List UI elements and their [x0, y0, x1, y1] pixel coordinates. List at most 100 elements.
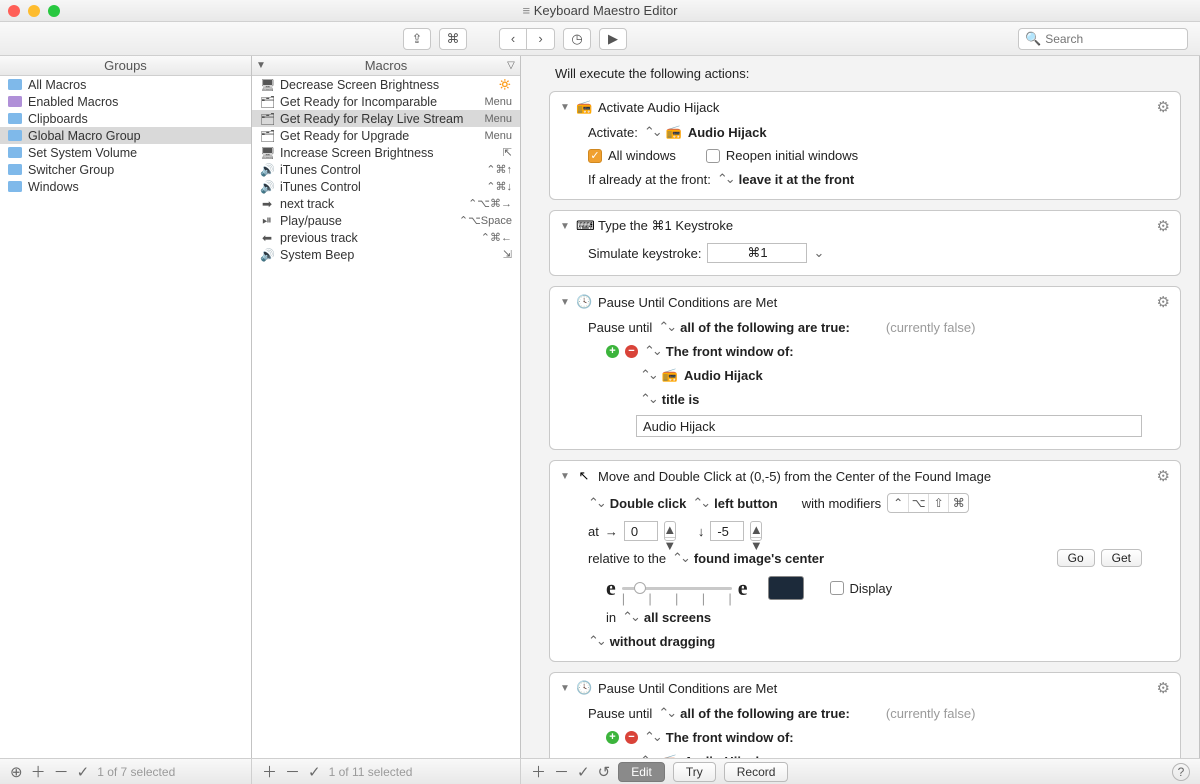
help-button[interactable]: ?: [1172, 763, 1190, 781]
drag-chooser[interactable]: ⌃⌄: [588, 633, 604, 649]
disclosure-icon[interactable]: ▼: [560, 102, 570, 113]
remove-group-button[interactable]: －: [54, 761, 69, 782]
macro-item[interactable]: 🖥Increase Screen Brightness⇱: [252, 144, 520, 161]
click-button: left button: [714, 496, 778, 511]
gear-icon[interactable]: ⚙: [1157, 217, 1170, 235]
folder-icon: [8, 164, 22, 175]
add-condition-button[interactable]: +: [606, 345, 619, 358]
group-item[interactable]: Windows: [0, 178, 251, 195]
simulate-label: Simulate keystroke:: [588, 246, 701, 261]
app-icon-small: 📻: [662, 753, 678, 758]
image-well[interactable]: [768, 576, 804, 600]
filter-icon[interactable]: ▽: [502, 60, 520, 71]
front-chooser[interactable]: ⌃⌄: [717, 171, 733, 187]
fuzziness-slider[interactable]: |||||: [622, 579, 732, 597]
edit-button[interactable]: Edit: [618, 762, 665, 782]
reopen-windows-checkbox[interactable]: [706, 149, 720, 163]
forward-button[interactable]: ›: [527, 28, 555, 50]
condition-type-chooser[interactable]: ⌃⌄: [644, 343, 660, 359]
macro-shortcut: ⌃⌘↑: [486, 163, 512, 176]
remove-condition-button[interactable]: −: [625, 731, 638, 744]
gear-icon[interactable]: ⚙: [1157, 98, 1170, 116]
macro-item[interactable]: 🔊System Beep⇲: [252, 246, 520, 263]
macros-header[interactable]: ▼ Macros ▽: [252, 56, 520, 76]
back-button[interactable]: ‹: [499, 28, 527, 50]
add-condition-button[interactable]: +: [606, 731, 619, 744]
search-input[interactable]: [1045, 32, 1181, 46]
keystroke-chevron[interactable]: ⌄: [813, 245, 821, 261]
groups-status: 1 of 7 selected: [97, 765, 175, 779]
history-button[interactable]: ↺: [598, 763, 611, 781]
condition-type-chooser[interactable]: ⌃⌄: [644, 729, 660, 745]
macro-item[interactable]: 🔊iTunes Control⌃⌘↓: [252, 178, 520, 195]
pause-status: (currently false): [886, 706, 976, 721]
macro-item[interactable]: ⬅previous track⌃⌘←: [252, 229, 520, 246]
app-chooser[interactable]: ⌃⌄: [644, 124, 660, 140]
folder-icon: [8, 113, 22, 124]
remove-action-button[interactable]: －: [554, 761, 569, 782]
groups-header[interactable]: Groups: [0, 56, 251, 76]
group-item[interactable]: Enabled Macros: [0, 93, 251, 110]
sort-desc-icon[interactable]: ▼: [252, 60, 270, 71]
macro-item[interactable]: 🗂Get Ready for UpgradeMenu: [252, 127, 520, 144]
groups-view-button[interactable]: ⊕: [10, 763, 23, 781]
macro-icon: ⬅: [260, 231, 274, 245]
run-button[interactable]: ▶: [599, 28, 627, 50]
pause-mode-chooser[interactable]: ⌃⌄: [658, 705, 674, 721]
search-field[interactable]: 🔍: [1018, 28, 1188, 50]
modifier-segment[interactable]: ⌃⌥⇧⌘: [887, 493, 969, 513]
recent-button[interactable]: ◷: [563, 28, 591, 50]
x-field[interactable]: 0: [624, 521, 658, 541]
gear-icon[interactable]: ⚙: [1157, 467, 1170, 485]
add-group-button[interactable]: ＋: [31, 761, 46, 782]
gear-icon[interactable]: ⚙: [1157, 679, 1170, 697]
match-chooser[interactable]: ⌃⌄: [640, 391, 656, 407]
macro-item[interactable]: ⏯Play/pause⌃⌥Space: [252, 212, 520, 229]
group-item[interactable]: All Macros: [0, 76, 251, 93]
disclosure-icon[interactable]: ▼: [560, 683, 570, 694]
title-field[interactable]: Audio Hijack: [636, 415, 1142, 437]
gear-icon[interactable]: ⚙: [1157, 293, 1170, 311]
macro-item[interactable]: ➡next track⌃⌥⌘→: [252, 195, 520, 212]
macro-item[interactable]: 🗂Get Ready for IncomparableMenu: [252, 93, 520, 110]
group-item[interactable]: Switcher Group: [0, 161, 251, 178]
display-checkbox[interactable]: [830, 581, 844, 595]
app-chooser[interactable]: ⌃⌄: [640, 753, 656, 758]
all-windows-checkbox[interactable]: ✓: [588, 149, 602, 163]
click-type-chooser[interactable]: ⌃⌄: [588, 495, 604, 511]
condition-app: Audio Hijack: [684, 368, 763, 383]
disclosure-icon[interactable]: ▼: [560, 221, 570, 232]
disclosure-icon[interactable]: ▼: [560, 471, 570, 482]
pause-mode-chooser[interactable]: ⌃⌄: [658, 319, 674, 335]
share-button[interactable]: ⇪: [403, 28, 431, 50]
y-field[interactable]: -5: [710, 521, 744, 541]
macro-item[interactable]: 🖥Decrease Screen Brightness🔅: [252, 76, 520, 93]
get-button[interactable]: Get: [1101, 549, 1142, 567]
button-chooser[interactable]: ⌃⌄: [692, 495, 708, 511]
macro-item[interactable]: 🗂Get Ready for Relay Live StreamMenu: [252, 110, 520, 127]
disclosure-icon[interactable]: ▼: [560, 297, 570, 308]
y-stepper[interactable]: ▲▼: [750, 521, 762, 541]
group-item[interactable]: Set System Volume: [0, 144, 251, 161]
remove-condition-button[interactable]: −: [625, 345, 638, 358]
relative-chooser[interactable]: ⌃⌄: [672, 550, 688, 566]
command-button[interactable]: ⌘: [439, 28, 467, 50]
record-button[interactable]: Record: [724, 762, 789, 782]
group-label: Switcher Group: [28, 163, 243, 177]
enable-macro-button[interactable]: ✓: [308, 763, 321, 781]
app-chooser[interactable]: ⌃⌄: [640, 367, 656, 383]
screen-chooser[interactable]: ⌃⌄: [622, 609, 638, 625]
group-item[interactable]: Clipboards: [0, 110, 251, 127]
x-stepper[interactable]: ▲▼: [664, 521, 676, 541]
remove-macro-button[interactable]: －: [285, 761, 300, 782]
keystroke-field[interactable]: ⌘1: [707, 243, 807, 263]
macro-item[interactable]: 🔊iTunes Control⌃⌘↑: [252, 161, 520, 178]
macro-icon: 🔊: [260, 180, 274, 194]
go-button[interactable]: Go: [1057, 549, 1095, 567]
enable-group-button[interactable]: ✓: [77, 763, 90, 781]
group-item[interactable]: Global Macro Group: [0, 127, 251, 144]
add-macro-button[interactable]: ＋: [262, 761, 277, 782]
try-button[interactable]: Try: [673, 762, 716, 782]
add-action-button[interactable]: ＋: [531, 761, 546, 782]
enable-action-button[interactable]: ✓: [577, 763, 590, 781]
